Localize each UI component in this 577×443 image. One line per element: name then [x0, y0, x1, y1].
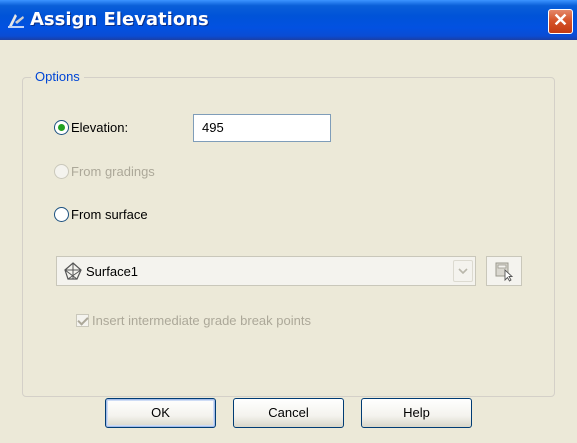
close-button[interactable]: ✕ — [548, 9, 573, 34]
grade-break-option: Insert intermediate grade break points — [76, 313, 311, 328]
pick-surface-button — [486, 256, 522, 286]
from-gradings-label: From gradings — [71, 164, 155, 179]
from-surface-radio[interactable] — [54, 207, 69, 222]
chevron-down-icon — [453, 260, 473, 282]
from-gradings-option: From gradings — [54, 164, 155, 179]
help-button[interactable]: Help — [361, 398, 472, 428]
cancel-button[interactable]: Cancel — [233, 398, 344, 428]
elevation-option[interactable]: Elevation: — [54, 120, 128, 135]
elevation-radio[interactable] — [54, 120, 69, 135]
options-group-title: Options — [31, 69, 84, 84]
surface-select: Surface1 — [56, 256, 476, 286]
pick-from-drawing-icon — [495, 262, 514, 282]
surface-tin-icon — [64, 262, 82, 280]
dialog-body: Options Elevation: 495 From gradings Fro… — [0, 40, 577, 443]
app-icon — [8, 14, 24, 28]
window-title: Assign Elevations — [30, 9, 209, 30]
title-bar: Assign Elevations ✕ — [0, 0, 577, 40]
ok-button[interactable]: OK — [105, 398, 216, 428]
grade-break-checkbox — [76, 314, 89, 327]
from-surface-label: From surface — [71, 207, 148, 222]
close-icon: ✕ — [552, 10, 569, 30]
elevation-input[interactable]: 495 — [193, 114, 331, 142]
surface-select-value: Surface1 — [86, 263, 139, 279]
from-surface-option[interactable]: From surface — [54, 207, 148, 222]
elevation-label: Elevation: — [71, 120, 129, 135]
from-gradings-radio — [54, 164, 69, 179]
grade-break-label: Insert intermediate grade break points — [92, 313, 311, 328]
